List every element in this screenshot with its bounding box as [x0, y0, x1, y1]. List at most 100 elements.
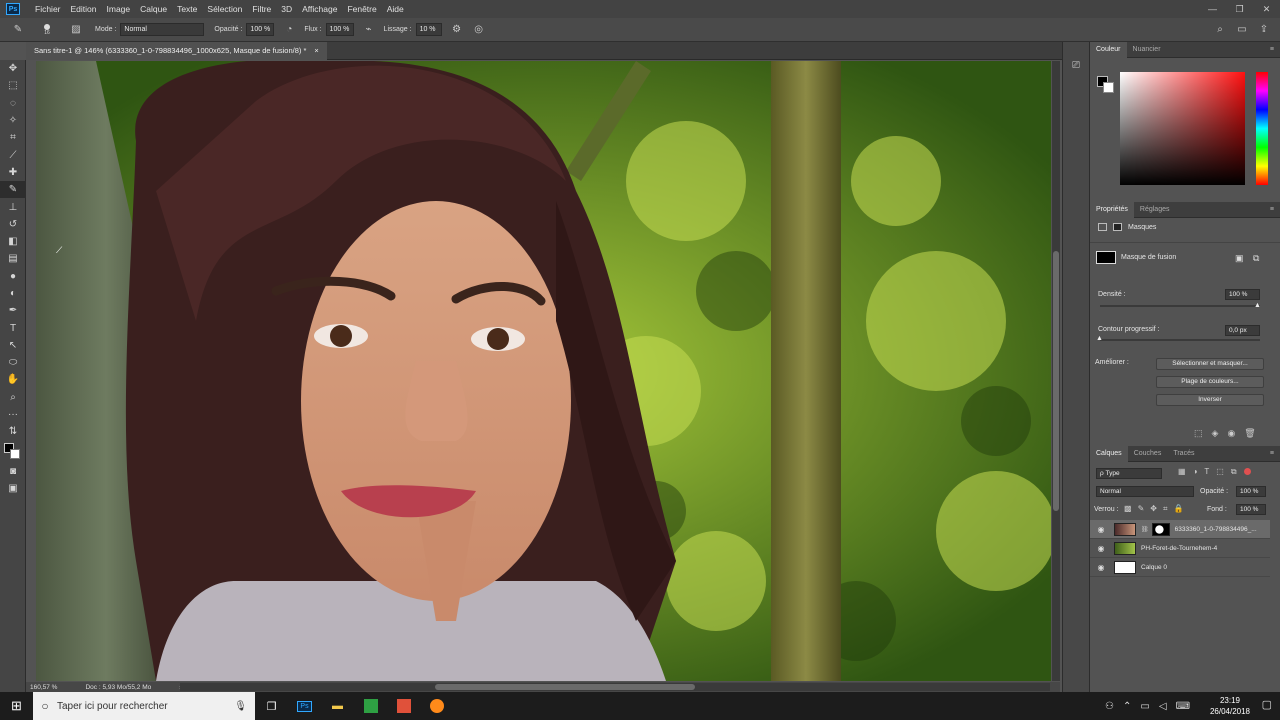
tab-traces[interactable]: Tracés	[1167, 446, 1200, 462]
lock-paint-icon[interactable]: ✎	[1138, 504, 1145, 514]
close-button[interactable]: ✕	[1253, 0, 1280, 18]
color-range-button[interactable]: Plage de couleurs...	[1156, 376, 1264, 388]
load-selection-icon[interactable]: ⬚	[1194, 428, 1203, 439]
task-view-icon[interactable]: ❐	[255, 692, 288, 720]
menu-image[interactable]: Image	[102, 4, 136, 14]
tab-proprietes[interactable]: Propriétés	[1090, 201, 1134, 218]
symmetry-icon[interactable]: ◎	[471, 22, 487, 38]
tab-couches[interactable]: Couches	[1128, 446, 1168, 462]
eye-icon[interactable]: ◉	[1094, 544, 1108, 553]
gradient-tool-icon[interactable]: ▤	[0, 250, 26, 267]
layer-row[interactable]: ◉ PH-Foret-de-Tournehem-4	[1090, 539, 1270, 558]
restore-button[interactable]: ❐	[1226, 0, 1253, 18]
marquee-tool-icon[interactable]: ⬚	[0, 77, 26, 94]
crop-tool-icon[interactable]: ⌗	[0, 129, 26, 146]
workspace-icon[interactable]: ▭	[1234, 22, 1250, 38]
document-tab[interactable]: Sans titre-1 @ 146% (6333360_1-0-7988344…	[26, 42, 327, 60]
eraser-tool-icon[interactable]: ◧	[0, 233, 26, 250]
microphone-icon[interactable]: 🎙	[234, 701, 247, 712]
close-tab-icon[interactable]: ×	[314, 42, 318, 60]
menu-3d[interactable]: 3D	[276, 4, 297, 14]
vertical-scroll-thumb[interactable]	[1053, 251, 1059, 511]
quick-selection-tool-icon[interactable]: ✧	[0, 112, 26, 129]
menu-edition[interactable]: Edition	[66, 4, 102, 14]
invert-button[interactable]: Inverser	[1156, 394, 1264, 406]
app-red-icon[interactable]	[387, 692, 420, 720]
camtasia-icon[interactable]	[354, 692, 387, 720]
pixel-mask-icon[interactable]	[1098, 223, 1107, 231]
eye-icon[interactable]: ◉	[1094, 563, 1108, 572]
background-color-swatch[interactable]	[1103, 82, 1114, 93]
menu-filtre[interactable]: Filtre	[247, 4, 276, 14]
eye-icon[interactable]: ◉	[1227, 428, 1235, 439]
brush-preset-picker[interactable]: 16	[29, 23, 65, 36]
path-selection-tool-icon[interactable]: ↖	[0, 337, 26, 354]
history-brush-tool-icon[interactable]: ↺	[0, 216, 26, 233]
filter-adjust-icon[interactable]: ◑	[1193, 467, 1198, 477]
horizontal-scrollbar[interactable]	[180, 683, 1050, 691]
menu-affichage[interactable]: Affichage	[297, 4, 342, 14]
pen-tool-icon[interactable]: ✒	[0, 302, 26, 319]
menu-selection[interactable]: Sélection	[202, 4, 247, 14]
lock-all-icon[interactable]: 🔒	[1173, 504, 1183, 514]
layer-filter-select[interactable]: ρ Type	[1096, 468, 1162, 479]
gear-icon[interactable]: ⚙	[449, 22, 465, 38]
windows-start-icon[interactable]: ⊞	[0, 692, 33, 720]
trash-icon[interactable]: 🗑	[1244, 428, 1255, 439]
photoshop-taskbar-icon[interactable]: Ps	[288, 692, 321, 720]
color-swatches[interactable]	[0, 441, 26, 463]
mask-thumbnail[interactable]	[1151, 522, 1170, 536]
opacity-field[interactable]: 100 %	[246, 23, 275, 36]
volume-icon[interactable]: ◁	[1159, 701, 1167, 712]
menu-calque[interactable]: Calque	[135, 4, 172, 14]
filter-smart-icon[interactable]: ⧉	[1231, 467, 1237, 477]
hand-tool-icon[interactable]: ✋	[0, 371, 26, 388]
chevron-up-icon[interactable]: ⌃	[1123, 701, 1131, 712]
background-swatch[interactable]	[10, 448, 20, 459]
hue-slider[interactable]	[1256, 72, 1268, 185]
firefox-icon[interactable]	[420, 692, 453, 720]
lock-pixels-icon[interactable]: ▩	[1124, 504, 1132, 514]
zoom-level[interactable]: 160,57 %	[30, 684, 57, 691]
panel-menu-icon[interactable]: ≡	[1264, 202, 1280, 218]
minimize-button[interactable]: —	[1199, 0, 1226, 18]
brush-tool-icon[interactable]: ✎	[10, 22, 26, 38]
select-and-mask-button[interactable]: Sélectionner et masquer...	[1156, 358, 1264, 370]
select-mask-icon[interactable]: ▣	[1235, 253, 1244, 264]
screen-mode-icon[interactable]: ▣	[0, 480, 26, 497]
filter-toggle-icon[interactable]	[1243, 468, 1251, 475]
apply-mask-icon[interactable]: ⧉	[1253, 253, 1259, 264]
history-panel-icon[interactable]: ⎚	[1063, 60, 1089, 71]
density-slider-thumb[interactable]: ▲	[1254, 302, 1261, 309]
layer-opacity-field[interactable]: 100 %	[1236, 486, 1266, 497]
type-tool-icon[interactable]: T	[0, 319, 26, 336]
apply-icon[interactable]: ◈	[1212, 428, 1219, 439]
vector-mask-icon[interactable]	[1113, 223, 1122, 231]
lock-artboard-icon[interactable]: ⌗	[1163, 504, 1168, 514]
brush-tool-icon[interactable]: ✎	[0, 181, 26, 199]
more-tools-icon[interactable]: ···	[0, 406, 26, 423]
move-tool-icon[interactable]: ✥	[0, 60, 26, 77]
menu-fenetre[interactable]: Fenêtre	[342, 4, 381, 14]
eyedropper-tool-icon[interactable]: ⟋	[0, 146, 26, 163]
mode-select[interactable]: Normal	[120, 23, 205, 36]
horizontal-scroll-thumb[interactable]	[435, 684, 695, 690]
link-icon[interactable]: ⛓	[1141, 526, 1149, 533]
density-field[interactable]: 100 %	[1225, 289, 1260, 300]
saturation-field[interactable]	[1120, 72, 1245, 185]
lasso-tool-icon[interactable]: ◌	[0, 95, 26, 112]
tab-couleur[interactable]: Couleur	[1090, 41, 1127, 58]
quick-mask-icon[interactable]: ◙	[0, 463, 26, 480]
network-icon[interactable]: ▭	[1140, 701, 1149, 712]
vertical-scrollbar[interactable]	[1052, 61, 1060, 681]
feather-slider-thumb[interactable]: ▲	[1096, 335, 1103, 342]
healing-brush-tool-icon[interactable]: ✚	[0, 164, 26, 181]
layer-row[interactable]: ◉ ⛓ 6333360_1-0-798834496_...	[1090, 520, 1270, 539]
filter-type-icon[interactable]: T	[1204, 467, 1209, 477]
panel-menu-icon[interactable]: ≡	[1264, 42, 1280, 58]
tab-reglages[interactable]: Réglages	[1134, 202, 1176, 218]
panel-menu-icon[interactable]: ≡	[1264, 446, 1280, 462]
share-icon[interactable]: ⇪	[1256, 22, 1272, 38]
keyboard-icon[interactable]: ⌨	[1176, 701, 1190, 712]
notification-icon[interactable]: ▢	[1262, 698, 1272, 711]
